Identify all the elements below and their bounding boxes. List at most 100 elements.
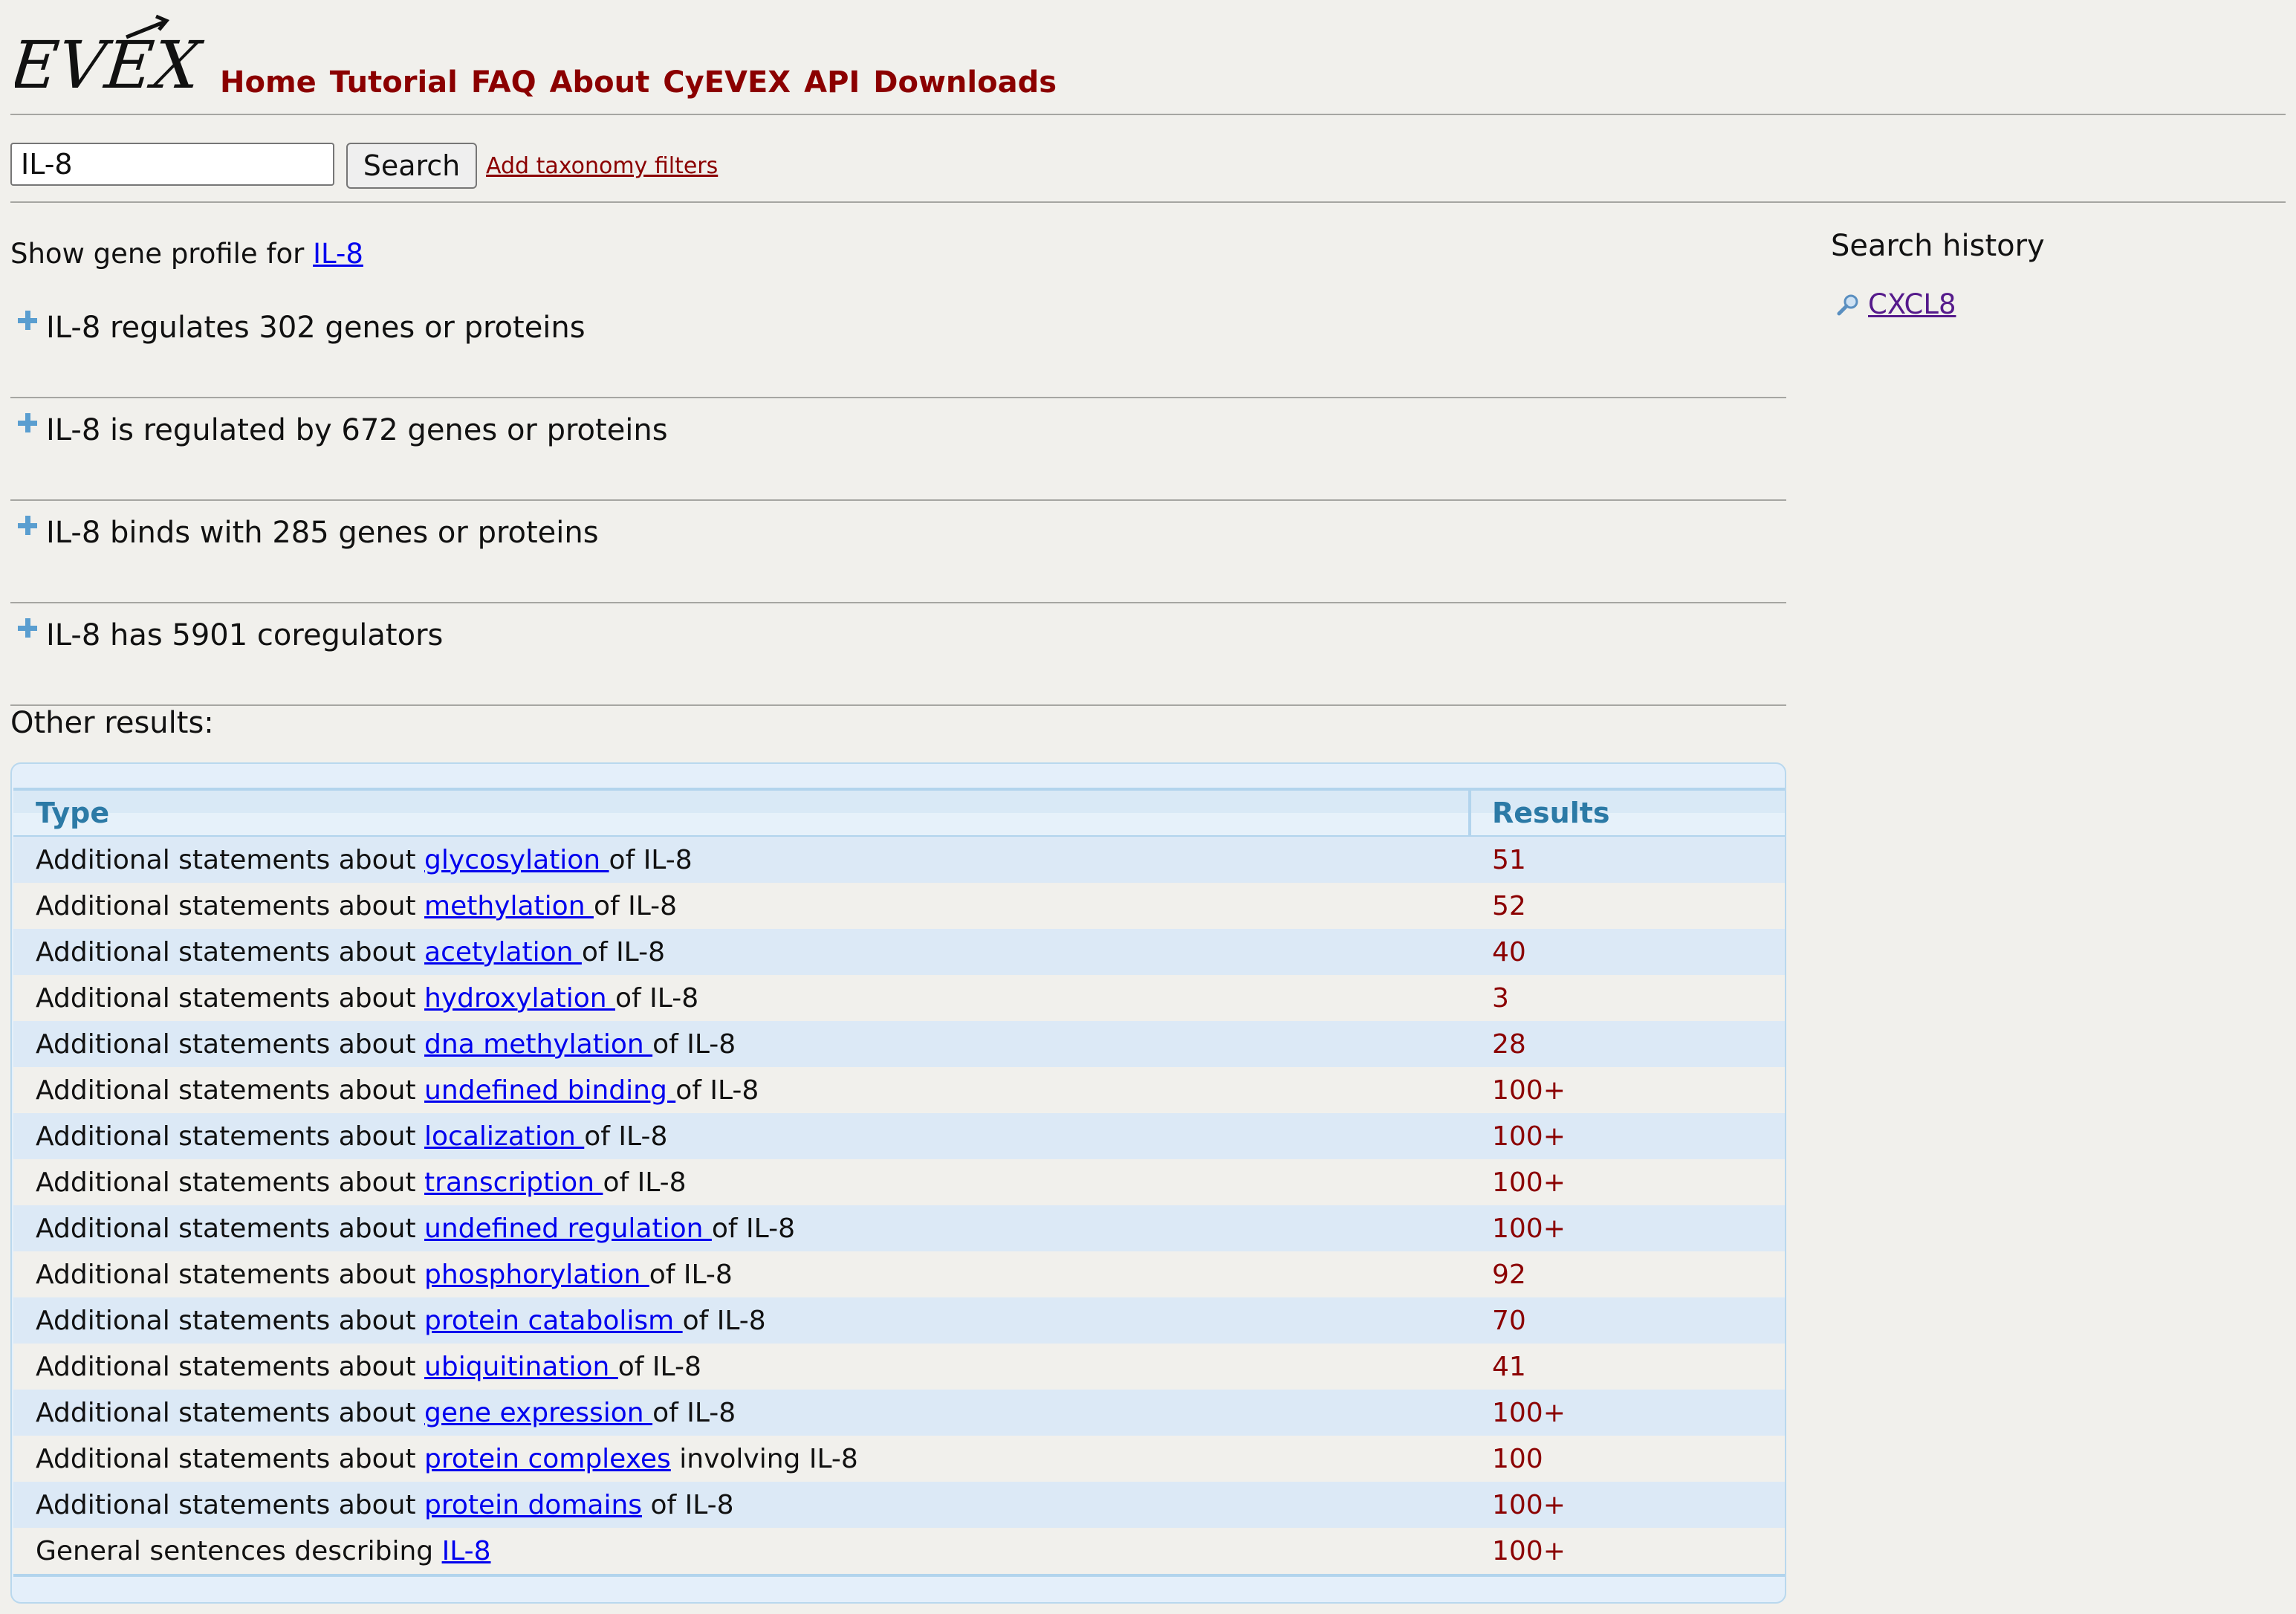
nav-home[interactable]: Home <box>220 65 317 100</box>
type-link[interactable]: glycosylation <box>424 845 609 875</box>
results-count-cell: 70 <box>1470 1297 1785 1344</box>
type-cell: General sentences describing IL-8 <box>13 1528 1470 1577</box>
search-button[interactable]: Search <box>346 143 477 189</box>
gene-profile-line: Show gene profile for IL-8 <box>10 238 363 270</box>
type-cell: Additional statements about gene express… <box>13 1390 1470 1436</box>
table-row: Additional statements about glycosylatio… <box>13 836 1785 883</box>
nav-faq[interactable]: FAQ <box>471 65 536 100</box>
type-prefix: Additional statements about <box>36 1397 425 1428</box>
type-link[interactable]: gene expression <box>424 1398 652 1428</box>
section-coregulators[interactable]: IL-8 has 5901 coregulators <box>10 602 1786 706</box>
section-label: IL-8 has 5901 coregulators <box>46 618 444 652</box>
expand-plus-icon[interactable] <box>18 516 37 535</box>
results-count-cell: 40 <box>1470 929 1785 975</box>
search-history-title: Search history <box>1831 229 2045 263</box>
type-link[interactable]: ubiquitination <box>424 1352 618 1382</box>
page: EVEX Home Tutorial FAQ About CyEVEX API … <box>0 0 2296 1614</box>
table-header-row: Type Results <box>13 788 1785 837</box>
evex-logo[interactable]: EVEX <box>15 10 208 97</box>
type-cell: Additional statements about transcriptio… <box>13 1159 1470 1205</box>
top-nav: Home Tutorial FAQ About CyEVEX API Downl… <box>220 65 1057 100</box>
table-row: Additional statements about acetylation … <box>13 929 1785 975</box>
nav-downloads[interactable]: Downloads <box>873 65 1057 100</box>
nav-api[interactable]: API <box>804 65 860 100</box>
other-results-title: Other results: <box>10 706 214 740</box>
type-prefix: Additional statements about <box>36 1351 425 1382</box>
results-count-cell: 52 <box>1470 883 1785 929</box>
results-count-cell: 100+ <box>1470 1113 1785 1159</box>
type-link[interactable]: phosphorylation <box>424 1260 649 1290</box>
type-link[interactable]: methylation <box>424 891 594 921</box>
expand-plus-icon[interactable] <box>18 413 37 432</box>
type-prefix: Additional statements about <box>36 1213 425 1244</box>
type-link[interactable]: hydroxylation <box>424 983 615 1014</box>
type-prefix: Additional statements about <box>36 1305 425 1336</box>
type-prefix: Additional statements about <box>36 936 425 968</box>
type-link[interactable]: protein catabolism <box>424 1306 683 1336</box>
expand-plus-icon[interactable] <box>18 618 37 638</box>
type-link[interactable]: undefined regulation <box>424 1213 712 1244</box>
section-label: IL-8 is regulated by 672 genes or protei… <box>46 413 668 447</box>
type-suffix: involving IL-8 <box>670 1443 858 1474</box>
nav-tutorial[interactable]: Tutorial <box>330 65 458 100</box>
type-suffix: of IL-8 <box>682 1305 766 1336</box>
type-link[interactable]: IL-8 <box>442 1536 491 1566</box>
type-suffix: of IL-8 <box>642 1489 734 1520</box>
type-cell: Additional statements about protein cata… <box>13 1297 1470 1344</box>
nav-cyevex[interactable]: CyEVEX <box>663 65 791 100</box>
type-suffix: of IL-8 <box>617 1351 701 1382</box>
results-count-cell: 3 <box>1470 975 1785 1021</box>
type-cell: Additional statements about undefined bi… <box>13 1067 1470 1113</box>
type-cell: Additional statements about glycosylatio… <box>13 836 1470 883</box>
magnifier-icon <box>1837 294 1858 315</box>
section-binds-with[interactable]: IL-8 binds with 285 genes or proteins <box>10 499 1786 603</box>
table-row: Additional statements about undefined bi… <box>13 1067 1785 1113</box>
add-taxonomy-filters-link[interactable]: Add taxonomy filters <box>486 153 718 179</box>
section-regulates[interactable]: IL-8 regulates 302 genes or proteins <box>10 294 1786 398</box>
logo-text: EVEX <box>15 27 206 97</box>
type-cell: Additional statements about phosphorylat… <box>13 1251 1470 1297</box>
nav-about[interactable]: About <box>550 65 650 100</box>
results-count-cell: 100 <box>1470 1436 1785 1482</box>
search-history-item[interactable]: CXCL8 <box>1835 288 1956 320</box>
results-count-cell: 28 <box>1470 1021 1785 1067</box>
search-input[interactable] <box>10 143 334 186</box>
type-cell: Additional statements about acetylation … <box>13 929 1470 975</box>
header-divider <box>10 114 2286 115</box>
expand-plus-icon[interactable] <box>18 311 37 330</box>
type-prefix: Additional statements about <box>36 1259 425 1290</box>
type-prefix: Additional statements about <box>36 1443 425 1474</box>
table-row: Additional statements about dna methylat… <box>13 1021 1785 1067</box>
type-prefix: General sentences describing <box>36 1535 442 1566</box>
type-link[interactable]: transcription <box>424 1167 603 1198</box>
type-cell: Additional statements about ubiquitinati… <box>13 1344 1470 1390</box>
column-header-type[interactable]: Type <box>13 788 1470 837</box>
type-link[interactable]: undefined binding <box>424 1075 675 1106</box>
type-suffix: of IL-8 <box>652 1028 736 1060</box>
type-link[interactable]: protein complexes <box>424 1444 671 1474</box>
results-count-cell: 100+ <box>1470 1482 1785 1528</box>
results-count-cell: 100+ <box>1470 1067 1785 1113</box>
results-count-cell: 100+ <box>1470 1205 1785 1251</box>
results-table-container: Type Results Additional statements about… <box>10 762 1786 1604</box>
type-prefix: Additional statements about <box>36 1121 425 1152</box>
results-count-cell: 41 <box>1470 1344 1785 1390</box>
column-header-results[interactable]: Results <box>1468 788 1785 837</box>
type-suffix: of IL-8 <box>711 1213 795 1244</box>
results-count-cell: 92 <box>1470 1251 1785 1297</box>
type-link[interactable]: protein domains <box>424 1490 642 1520</box>
section-regulated-by[interactable]: IL-8 is regulated by 672 genes or protei… <box>10 397 1786 501</box>
results-count-cell: 100+ <box>1470 1159 1785 1205</box>
results-table: Type Results Additional statements about… <box>13 788 1785 1577</box>
type-link[interactable]: acetylation <box>424 937 582 968</box>
type-link[interactable]: dna methylation <box>424 1029 652 1060</box>
results-count-cell: 100+ <box>1470 1528 1785 1577</box>
type-link[interactable]: localization <box>424 1121 584 1152</box>
search-history-link[interactable]: CXCL8 <box>1868 288 1956 320</box>
search-divider <box>10 201 2286 203</box>
type-suffix: of IL-8 <box>603 1167 687 1198</box>
gene-profile-link[interactable]: IL-8 <box>313 238 363 270</box>
results-count-cell: 100+ <box>1470 1390 1785 1436</box>
type-prefix: Additional statements about <box>36 1489 425 1520</box>
type-cell: Additional statements about dna methylat… <box>13 1021 1470 1067</box>
